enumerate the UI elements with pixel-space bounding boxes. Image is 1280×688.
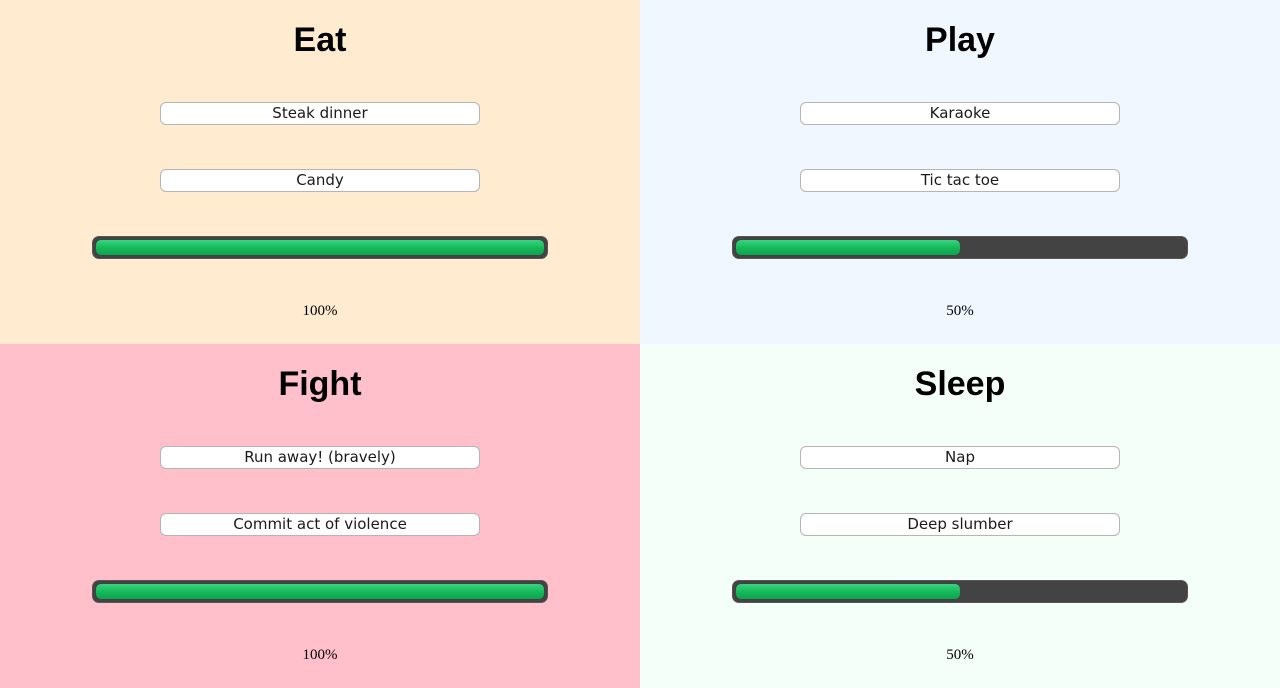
option-button-run-away[interactable]: Run away! (bravely) — [160, 446, 480, 469]
panel-title: Eat — [293, 21, 347, 59]
panel-title: Sleep — [914, 365, 1006, 403]
progress-percent: 100% — [302, 647, 338, 663]
progress-bar-fill — [736, 584, 960, 599]
option-button-steak-dinner[interactable]: Steak dinner — [160, 102, 480, 125]
progress-percent: 50% — [946, 303, 974, 319]
panel-sleep: Sleep Nap Deep slumber 50% — [640, 344, 1280, 688]
option-button-tic-tac-toe[interactable]: Tic tac toe — [800, 169, 1120, 192]
option-button-nap[interactable]: Nap — [800, 446, 1120, 469]
panel-eat: Eat Steak dinner Candy 100% — [0, 0, 640, 344]
progress-bar-fill — [736, 240, 960, 255]
progress-percent: 50% — [946, 647, 974, 663]
progress-bar — [92, 580, 548, 603]
panel-fight: Fight Run away! (bravely) Commit act of … — [0, 344, 640, 688]
option-button-karaoke[interactable]: Karaoke — [800, 102, 1120, 125]
progress-percent: 100% — [302, 303, 338, 319]
panel-play: Play Karaoke Tic tac toe 50% — [640, 0, 1280, 344]
option-button-commit-violence[interactable]: Commit act of violence — [160, 513, 480, 536]
progress-bar — [92, 236, 548, 259]
panel-title: Play — [925, 21, 995, 59]
option-button-deep-slumber[interactable]: Deep slumber — [800, 513, 1120, 536]
progress-bar-fill — [96, 240, 544, 255]
panel-title: Fight — [278, 365, 362, 403]
progress-bar — [732, 580, 1188, 603]
progress-bar-fill — [96, 584, 544, 599]
option-button-candy[interactable]: Candy — [160, 169, 480, 192]
progress-bar — [732, 236, 1188, 259]
